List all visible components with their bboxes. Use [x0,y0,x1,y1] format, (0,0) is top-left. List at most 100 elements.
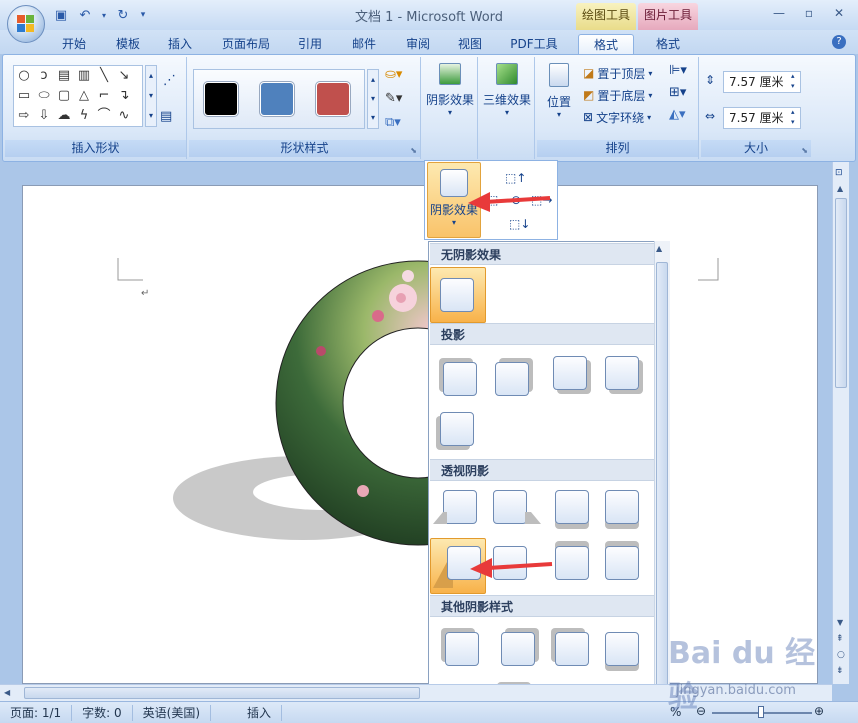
section-no-shadow: 无阴影效果 [430,243,654,265]
textbox-shape-icon[interactable]: ▤ [54,66,74,86]
tab-format-drawing[interactable]: 格式 [578,34,634,54]
maximize-button[interactable]: ▫ [794,3,824,23]
drop-shadow-3[interactable] [553,356,587,390]
zoom-in-icon[interactable]: ⊕ [814,704,824,718]
text-box-icon[interactable]: ▤ [160,109,172,124]
width-spinner[interactable]: ▴ ▾ [791,107,795,127]
ruler-toggle-icon[interactable]: ⊡ [835,168,843,178]
style-swatch-red[interactable] [316,82,350,116]
shadow-gallery-menu: 无阴影效果 投影 透视阴影 其他阴影样式 [428,241,670,723]
tab-references[interactable]: 引用 [288,34,332,54]
shape-outline-icon[interactable]: ✎▾ [385,91,402,106]
rounded-rect-icon[interactable]: ▢ [54,86,74,106]
perspective-shadow-3[interactable] [555,490,589,524]
vertical-textbox-icon[interactable]: ▥ [74,66,94,86]
text-wrapping-button[interactable]: ⊠ 文字环绕 ▾ [583,107,651,127]
other-shadow-1[interactable] [445,632,479,666]
document-canvas: ↵ [117,258,719,546]
help-icon[interactable]: ? [832,35,846,49]
shape-fill-icon[interactable]: ⛀▾ [385,67,402,82]
edit-points-icon[interactable]: ⋰ [163,73,176,88]
scroll-left-icon[interactable]: ◀ [4,688,10,697]
style-swatch-blue[interactable] [260,82,294,116]
zoom-slider-thumb[interactable] [758,706,764,718]
vertical-scrollbar[interactable]: ⊡ ▲ ▼ ⇞ ○ ⇟ [832,162,849,684]
previous-page-icon[interactable]: ⇞ [836,634,844,644]
height-spinner[interactable]: ▴ ▾ [791,71,795,91]
curve-shape-icon[interactable]: ∿ [114,106,134,126]
drop-shadow-1[interactable] [443,362,477,396]
perspective-shadow-8[interactable] [605,546,639,580]
align-icon[interactable]: ⊫▾ [669,63,687,78]
perspective-shadow-7[interactable] [555,546,589,580]
style-swatch-black[interactable] [204,82,238,116]
office-button[interactable] [7,5,45,43]
callout-shape-icon[interactable]: ☁ [54,106,74,126]
other-shadow-2[interactable] [501,632,535,666]
tab-templates[interactable]: 模板 [106,34,150,54]
tab-insert[interactable]: 插入 [158,34,202,54]
triangle-shape-icon[interactable]: △ [74,86,94,106]
3d-effects-button[interactable]: 三维效果 ▾ [480,57,534,153]
style-gallery-scroll[interactable]: ▴ ▾ ▾ [367,69,379,129]
minimize-button[interactable]: — [764,3,794,23]
scroll-up-icon[interactable]: ▲ [837,184,843,193]
bring-to-front-button[interactable]: ◪ 置于顶层 ▾ [583,63,652,83]
svg-text:↵: ↵ [141,288,149,299]
other-shadow-4[interactable] [605,632,639,666]
rotate-icon[interactable]: ◭▾ [669,107,686,122]
shape-gallery[interactable]: ○ ↄ ▤ ▥ ╲ ↘ ▭ ⬭ ▢ △ ⌐ ↴ ⇨ ⇩ ☁ ϟ ⌒ ∿ [13,65,143,127]
send-to-back-button[interactable]: ◩ 置于底层 ▾ [583,85,652,105]
line-shape-icon[interactable]: ╲ [94,66,114,86]
oval-shape-icon[interactable]: ○ [14,66,34,86]
horizontal-scroll-thumb[interactable] [24,687,420,699]
annotation-arrow-1 [468,192,551,212]
office-logo-icon [17,15,35,33]
group-insert-shapes: ○ ↄ ▤ ▥ ╲ ↘ ▭ ⬭ ▢ △ ⌐ ↴ ⇨ ⇩ ☁ ϟ ⌒ ∿ ▴ ▾ ▾ … [5,57,187,159]
shadow-effects-button[interactable]: 阴影效果 ▾ [423,57,477,153]
rectangle-shape-icon[interactable]: ▭ [14,86,34,106]
tab-pdf-tools[interactable]: PDF工具 [502,34,566,54]
drop-shadow-2[interactable] [495,362,529,396]
status-language[interactable]: 英语(美国) [133,704,212,721]
right-arrow-shape-icon[interactable]: ⇨ [14,106,34,126]
shadow-menu-scroll-thumb[interactable] [656,262,668,700]
ellipse-shape-icon[interactable]: ⬭ [34,86,54,106]
shape-height-input[interactable]: 7.57 厘米 [723,71,801,93]
tab-view[interactable]: 视图 [448,34,492,54]
tab-format-picture[interactable]: 格式 [642,34,694,54]
tab-home[interactable]: 开始 [52,34,96,54]
arrow-line-icon[interactable]: ↘ [114,66,134,86]
tab-mailings[interactable]: 邮件 [342,34,386,54]
elbow-arrow-icon[interactable]: ↴ [114,86,134,106]
menu-scroll-up-icon[interactable]: ▲ [656,244,662,253]
perspective-shadow-2[interactable] [493,490,527,524]
size-dialog-launcher[interactable]: ⬊ [801,146,808,155]
elbow-connector-icon[interactable]: ⌐ [94,86,114,106]
arc-shape-icon[interactable]: ⌒ [94,106,114,126]
next-page-icon[interactable]: ⇟ [836,666,844,676]
shape-width-input[interactable]: 7.57 厘米 [723,107,801,129]
browse-object-icon[interactable]: ○ [837,650,845,660]
status-insert-mode[interactable]: 插入 [237,704,283,721]
perspective-shadow-4[interactable] [605,490,639,524]
drop-shadow-5[interactable] [440,412,474,446]
group-objects-icon[interactable]: ⊞▾ [669,85,686,100]
tab-page-layout[interactable]: 页面布局 [214,34,278,54]
lightning-shape-icon[interactable]: ϟ [74,106,94,126]
other-shadow-3[interactable] [555,632,589,666]
brace-shape-icon[interactable]: ↄ [34,66,54,86]
vertical-scroll-thumb[interactable] [835,198,847,388]
close-button[interactable]: ✕ [824,3,854,23]
status-words[interactable]: 字数: 0 [72,704,133,721]
shape-styles-dialog-launcher[interactable]: ⬊ [410,146,417,155]
change-shape-icon[interactable]: ⧉▾ [385,115,401,130]
scroll-down-icon[interactable]: ▼ [837,618,843,627]
position-button[interactable]: 位置 ▾ [539,57,579,153]
tab-review[interactable]: 审阅 [396,34,440,54]
status-page[interactable]: 页面: 1/1 [0,704,73,721]
drop-shadow-4[interactable] [605,356,639,390]
document-page[interactable]: ↵ [22,185,818,684]
down-arrow-shape-icon[interactable]: ⇩ [34,106,54,126]
shape-gallery-scroll[interactable]: ▴ ▾ ▾ [145,65,157,127]
